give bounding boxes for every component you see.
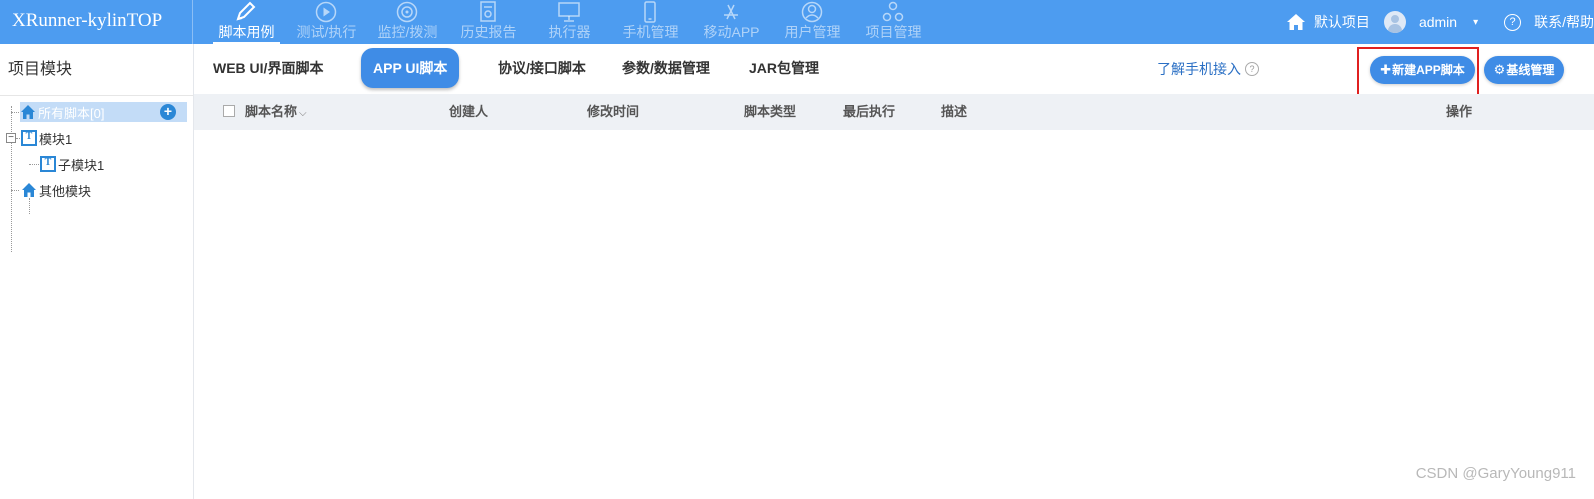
nav-item-executor[interactable]: 执行器 bbox=[529, 0, 610, 44]
tab-protocol-api[interactable]: 协议/接口脚本 bbox=[498, 48, 586, 88]
home-icon[interactable] bbox=[1286, 13, 1306, 31]
desktop-icon bbox=[557, 1, 581, 23]
nav-item-scripts[interactable]: 脚本用例 bbox=[205, 0, 286, 44]
app-store-icon bbox=[719, 1, 743, 23]
play-circle-icon bbox=[314, 1, 338, 23]
plus-icon: ✚ bbox=[1380, 62, 1392, 77]
tab-jar[interactable]: JAR包管理 bbox=[749, 48, 819, 88]
new-app-script-label: 新建APP脚本 bbox=[1392, 63, 1465, 77]
nav-item-phone[interactable]: 手机管理 bbox=[610, 0, 691, 44]
home-icon bbox=[21, 105, 35, 119]
column-script-type: 脚本类型 bbox=[744, 104, 797, 119]
column-actions: 操作 bbox=[1446, 104, 1473, 119]
main-nav: 脚本用例 测试/执行 监控/拨测 历史报告 执行器 手机管理 移动APP 用户管… bbox=[205, 0, 934, 44]
tree-connector bbox=[11, 190, 19, 191]
column-label: 脚本名称 bbox=[245, 104, 298, 119]
user-menu-caret-icon[interactable]: ▾ bbox=[1473, 17, 1478, 28]
column-description: 描述 bbox=[941, 104, 968, 119]
tree-node-label: 模块1 bbox=[39, 131, 73, 147]
learn-phone-access-link[interactable]: 了解手机接入 ? bbox=[1157, 59, 1259, 79]
nav-item-monitor[interactable]: 监控/拨测 bbox=[367, 0, 448, 44]
main-content: WEB UI/界面脚本 APP UI脚本 协议/接口脚本 参数/数据管理 JAR… bbox=[194, 44, 1594, 499]
help-icon[interactable]: ? bbox=[1504, 13, 1522, 31]
tab-web-ui[interactable]: WEB UI/界面脚本 bbox=[213, 48, 323, 88]
nav-item-mobile-app[interactable]: 移动APP bbox=[691, 0, 772, 44]
tree-node-module-1[interactable]: − T 模块1 bbox=[0, 125, 193, 151]
tree-node-other-modules[interactable]: 其他模块 bbox=[0, 177, 193, 203]
tree-connector bbox=[29, 164, 39, 165]
report-icon bbox=[476, 1, 500, 23]
nav-item-projects[interactable]: 项目管理 bbox=[853, 0, 934, 44]
baseline-manage-button[interactable]: ⚙基线管理 bbox=[1484, 56, 1564, 84]
question-icon: ? bbox=[1245, 62, 1259, 76]
tree-node-submodule-1[interactable]: T 子模块1 bbox=[0, 151, 193, 177]
user-icon bbox=[800, 1, 824, 23]
tree-connector bbox=[11, 112, 19, 113]
baseline-manage-label: 基线管理 bbox=[1506, 63, 1555, 77]
add-module-button[interactable]: + bbox=[160, 104, 176, 120]
avatar[interactable] bbox=[1383, 11, 1406, 33]
select-all-checkbox[interactable] bbox=[223, 105, 235, 117]
tab-app-ui[interactable]: APP UI脚本 bbox=[361, 48, 460, 88]
column-creator: 创建人 bbox=[449, 104, 489, 119]
gear-icon: ⚙ bbox=[1493, 62, 1506, 77]
learn-link-label: 了解手机接入 bbox=[1157, 61, 1241, 77]
nav-item-test-run[interactable]: 测试/执行 bbox=[286, 0, 367, 44]
collapse-toggle-icon[interactable]: − bbox=[6, 133, 16, 143]
current-project[interactable]: 默认项目 bbox=[1314, 12, 1370, 32]
contact-help-link[interactable]: 联系/帮助 bbox=[1534, 12, 1594, 32]
column-script-name[interactable]: 脚本名称 ⌵ bbox=[245, 94, 307, 130]
tree-node-label: 子模块1 bbox=[58, 157, 105, 173]
script-type-tabs: WEB UI/界面脚本 APP UI脚本 协议/接口脚本 参数/数据管理 JAR… bbox=[194, 44, 1594, 98]
monitor-target-icon bbox=[395, 1, 419, 23]
module-t-icon: T bbox=[40, 156, 56, 172]
brand-logo: XRunner-kylinTOP bbox=[0, 0, 193, 44]
sidebar: 项目模块 所有脚本[0] + − T 模块1 T 子模块1 其他模块 bbox=[0, 44, 194, 499]
tree-node-label: 其他模块 bbox=[39, 183, 92, 199]
tab-param-data[interactable]: 参数/数据管理 bbox=[622, 48, 710, 88]
nav-item-users[interactable]: 用户管理 bbox=[772, 0, 853, 44]
column-last-run: 最后执行 bbox=[843, 104, 896, 119]
tree-node-all-scripts[interactable]: 所有脚本[0] + bbox=[0, 99, 193, 125]
home-icon bbox=[22, 183, 36, 197]
sidebar-title: 项目模块 bbox=[0, 44, 193, 96]
top-right-controls: 默认项目 admin ▾ ? 联系/帮助 bbox=[1286, 0, 1594, 44]
app-window: XRunner-kylinTOP 脚本用例 测试/执行 监控/拨测 历史报告 执… bbox=[0, 0, 1594, 499]
sort-chevron-icon: ⌵ bbox=[299, 108, 307, 119]
watermark: CSDN @GaryYoung911 bbox=[1415, 465, 1576, 482]
username[interactable]: admin bbox=[1419, 14, 1457, 30]
mobile-icon bbox=[638, 1, 662, 23]
tree-node-label: 所有脚本[0] bbox=[38, 105, 105, 121]
column-modified-time: 修改时间 bbox=[587, 104, 640, 119]
hierarchy-icon bbox=[881, 1, 905, 23]
nav-item-history[interactable]: 历史报告 bbox=[448, 0, 529, 44]
new-app-script-button[interactable]: ✚新建APP脚本 bbox=[1370, 56, 1475, 84]
table-header: 脚本名称 ⌵ 创建人 修改时间 脚本类型 最后执行 描述 操作 bbox=[194, 94, 1594, 130]
module-tree: 所有脚本[0] + − T 模块1 T 子模块1 其他模块 bbox=[0, 96, 193, 252]
top-navigation-bar: XRunner-kylinTOP 脚本用例 测试/执行 监控/拨测 历史报告 执… bbox=[0, 0, 1594, 44]
module-t-icon: T bbox=[21, 130, 37, 146]
pencil-icon bbox=[233, 1, 257, 23]
tree-connector bbox=[16, 138, 20, 139]
